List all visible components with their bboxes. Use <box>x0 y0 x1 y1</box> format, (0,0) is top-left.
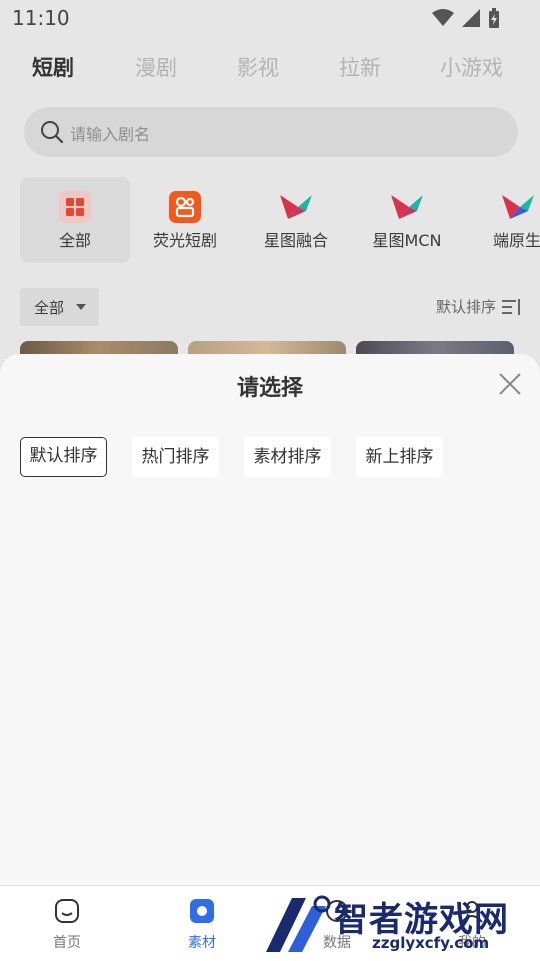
xingtu-icon <box>391 195 423 219</box>
xingtu-icon <box>280 195 312 219</box>
watermark: 智者游戏网 zzglyxcfy.com <box>262 890 540 960</box>
tab-mini-game[interactable]: 小游戏 <box>440 52 503 82</box>
sort-option-popular[interactable]: 热门排序 <box>132 437 219 477</box>
status-icons <box>432 8 500 28</box>
search-bar[interactable]: 请输入剧名 <box>24 107 518 157</box>
nav-label: 素材 <box>188 935 216 951</box>
category-yingguang[interactable]: 荧光短剧 <box>130 177 240 263</box>
sort-bottom-sheet: 请选择 默认排序 热门排序 素材排序 新上排序 <box>0 354 540 886</box>
filter-all-dropdown[interactable]: 全部 <box>20 288 99 326</box>
search-placeholder: 请输入剧名 <box>70 125 151 144</box>
sheet-title: 请选择 <box>236 376 303 401</box>
filter-all-label: 全部 <box>34 299 65 317</box>
category-xingtu-fusion[interactable]: 星图融合 <box>241 177 351 263</box>
category-label: 星图融合 <box>263 231 328 250</box>
category-row: 全部 荧光短剧 星图融合 星图MCN 端原生 <box>0 177 540 265</box>
sort-icon <box>502 298 520 315</box>
tab-invite[interactable]: 拉新 <box>339 52 381 82</box>
category-native[interactable]: 端原生 <box>463 177 540 263</box>
tab-comic-drama[interactable]: 漫剧 <box>135 52 177 82</box>
category-xingtu-mcn[interactable]: 星图MCN <box>352 177 462 263</box>
nav-label: 首页 <box>53 935 81 951</box>
category-label: 端原生 <box>493 231 540 250</box>
status-bar: 11:10 <box>0 0 540 36</box>
sort-option-newest[interactable]: 新上排序 <box>356 437 443 477</box>
battery-icon <box>489 8 499 28</box>
status-time: 11:10 <box>12 6 70 30</box>
watermark-logo-icon <box>266 895 331 952</box>
category-label: 星图MCN <box>372 231 442 250</box>
category-all[interactable]: 全部 <box>20 177 130 263</box>
kuaishou-icon <box>169 191 201 223</box>
tab-film[interactable]: 影视 <box>237 52 279 82</box>
category-label: 全部 <box>58 231 91 250</box>
sort-option-material[interactable]: 素材排序 <box>244 437 331 477</box>
nav-material[interactable]: 素材 <box>147 886 257 961</box>
home-icon <box>55 899 79 923</box>
watermark-url: zzglyxcfy.com <box>372 934 490 952</box>
sort-button[interactable]: 默认排序 <box>436 296 522 317</box>
close-icon[interactable] <box>498 372 522 396</box>
caret-down-icon <box>76 304 86 310</box>
nav-home[interactable]: 首页 <box>12 886 122 961</box>
grid-icon <box>59 191 91 223</box>
signal-icon <box>462 9 480 27</box>
sort-option-default[interactable]: 默认排序 <box>20 437 107 477</box>
tab-short-drama[interactable]: 短剧 <box>32 52 74 82</box>
top-tabs: 短剧 漫剧 影视 拉新 小游戏 <box>0 52 540 92</box>
category-label: 荧光短剧 <box>152 231 217 250</box>
material-icon <box>190 899 214 923</box>
sort-label: 默认排序 <box>435 298 496 316</box>
native-icon <box>502 195 534 219</box>
search-icon <box>41 121 64 144</box>
wifi-icon <box>432 9 454 26</box>
